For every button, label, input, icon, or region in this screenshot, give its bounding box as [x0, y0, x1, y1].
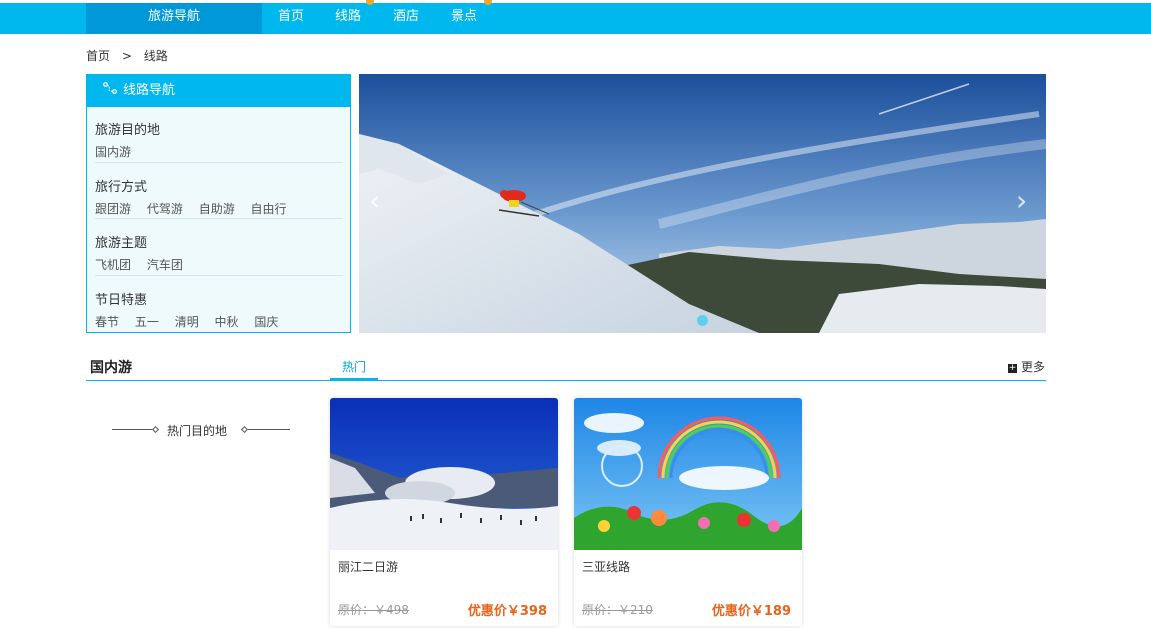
route-link-driving-tour[interactable]: 代驾游: [147, 202, 183, 216]
nav-item-hotels[interactable]: 酒店: [393, 3, 419, 34]
route-link-may-day[interactable]: 五一: [135, 315, 159, 329]
carousel-next-button[interactable]: ›: [1016, 184, 1027, 217]
route-link-national-day[interactable]: 国庆: [254, 315, 278, 329]
hot-destinations-label: 热门目的地: [167, 424, 228, 438]
carousel-indicator-dot[interactable]: [697, 315, 708, 326]
route-link-self-guided[interactable]: 自助游: [199, 202, 235, 216]
discount-price: 优惠价￥398: [467, 604, 547, 619]
plus-icon: +: [1008, 363, 1017, 373]
route-group-holiday: 节日特惠 春节 五一 清明 中秋 国庆: [95, 289, 343, 330]
route-group-title: 旅游目的地: [95, 123, 161, 138]
original-price: 原价：￥498: [338, 603, 409, 617]
route-link-spring-festival[interactable]: 春节: [95, 315, 119, 329]
top-nav-bar: 旅游导航 首页 线路 酒店 景点: [0, 0, 1151, 34]
route-group-title: 节日特惠: [95, 293, 148, 308]
route-link-domestic[interactable]: 国内游: [95, 145, 131, 159]
banner-carousel[interactable]: ‹ ›: [359, 74, 1046, 333]
diamond-icon: [240, 425, 249, 434]
nav-item-sights[interactable]: 景点: [451, 3, 477, 34]
tour-card-lijiang[interactable]: 丽江二日游 原价：￥498 优惠价￥398: [330, 398, 558, 626]
route-link-group-tour[interactable]: 跟团游: [95, 202, 131, 216]
route-group-theme: 旅游主题 飞机团 汽车团: [95, 232, 343, 273]
section-title: 国内游: [90, 360, 132, 376]
tab-hot[interactable]: 热门: [342, 358, 366, 375]
more-link[interactable]: + 更多: [1008, 358, 1045, 375]
divider: [95, 162, 343, 163]
tour-image-rainbow-flowers: [574, 398, 802, 550]
route-group-destination: 旅游目的地 国内游: [95, 119, 343, 160]
brand-title[interactable]: 旅游导航: [86, 3, 262, 34]
tour-image-snow-mountain: [330, 398, 558, 550]
breadcrumb-separator: >: [121, 49, 132, 63]
discount-price: 优惠价￥189: [711, 604, 791, 619]
section-divider: [86, 380, 1046, 381]
route-link-free-travel[interactable]: 自由行: [251, 202, 287, 216]
route-group-title: 旅游主题: [95, 236, 148, 251]
route-group-title: 旅行方式: [95, 180, 148, 195]
banner-image-skier: [359, 74, 1046, 333]
route-icon: [103, 75, 117, 106]
tour-name: 三亚线路: [582, 560, 631, 574]
breadcrumb-home[interactable]: 首页: [86, 49, 110, 63]
route-group-travel-mode: 旅行方式 跟团游 代驾游 自助游 自由行: [95, 176, 343, 217]
breadcrumb: 首页 > 线路: [86, 47, 168, 64]
route-nav-header: 线路导航: [87, 75, 350, 107]
more-label: 更多: [1021, 360, 1046, 374]
hot-destinations-heading: 热门目的地: [112, 422, 290, 438]
nav-item-routes[interactable]: 线路: [335, 3, 361, 34]
route-nav-panel: 线路导航 旅游目的地 国内游 旅行方式 跟团游 代驾游 自助游 自由行 旅游主题…: [86, 74, 351, 333]
tour-name: 丽江二日游: [338, 560, 399, 574]
tour-card-sanya[interactable]: 三亚线路 原价：￥210 优惠价￥189: [574, 398, 802, 626]
route-nav-title: 线路导航: [123, 83, 176, 98]
original-price: 原价：￥210: [582, 603, 653, 617]
route-link-bus-tour[interactable]: 汽车团: [147, 258, 183, 272]
route-link-mid-autumn[interactable]: 中秋: [215, 315, 239, 329]
carousel-prev-button[interactable]: ‹: [369, 184, 380, 217]
nav-item-home[interactable]: 首页: [278, 3, 304, 34]
divider: [95, 275, 343, 276]
nav-indicator-dot: [484, 0, 492, 5]
decor-line: [112, 429, 154, 430]
breadcrumb-current: 线路: [143, 49, 168, 63]
route-link-flight-tour[interactable]: 飞机团: [95, 258, 131, 272]
nav-indicator-dot: [366, 0, 374, 5]
divider: [95, 218, 343, 219]
diamond-icon: [151, 425, 160, 434]
route-link-qingming[interactable]: 清明: [175, 315, 199, 329]
decor-line: [248, 429, 290, 430]
